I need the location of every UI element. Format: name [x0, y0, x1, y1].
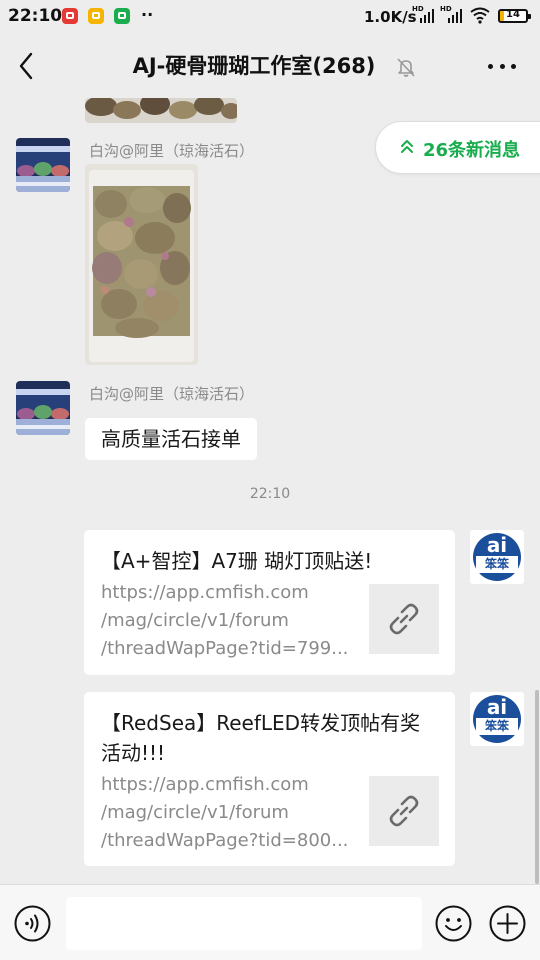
- page-title: AJ-硬骨珊瑚工作室(268): [132, 54, 376, 78]
- rocks-photo: [85, 98, 237, 123]
- battery-icon: 14: [498, 9, 531, 23]
- signal-icon: [420, 7, 434, 23]
- voice-icon: [14, 905, 51, 942]
- smiley-icon: [435, 905, 472, 942]
- bell-off-icon: [395, 56, 417, 78]
- bot-logo-text: ai: [486, 695, 508, 719]
- link-url-line: /mag/circle/v1/forum: [101, 610, 289, 631]
- link-url-line: https://app.cmfish.com: [101, 582, 309, 603]
- more-options-button[interactable]: [488, 64, 516, 70]
- battery-level: 14: [506, 9, 520, 20]
- bot-logo-label: 笨笨: [476, 556, 518, 573]
- link-card[interactable]: 【A+智控】A7珊 瑚灯顶贴送! https://app.cmfish.com …: [84, 530, 455, 675]
- status-bar: 22:10 ·· 1.0K/s HD HD 14: [0, 0, 540, 34]
- status-time: 22:10: [8, 6, 63, 26]
- sender-avatar[interactable]: [16, 381, 70, 435]
- emoji-button[interactable]: [435, 905, 472, 942]
- rocks-photo: [85, 164, 198, 365]
- bot-avatar[interactable]: ai 笨笨: [470, 692, 524, 746]
- notification-app-icon: [62, 8, 78, 24]
- link-url-line: /threadWapPage?tid=800...: [101, 830, 349, 851]
- link-thumbnail: [369, 776, 439, 846]
- bot-logo-text: ai: [486, 533, 508, 557]
- aquarium-avatar: [16, 138, 70, 192]
- bot-avatar[interactable]: ai 笨笨: [470, 530, 524, 584]
- sender-avatar[interactable]: [16, 138, 70, 192]
- more-actions-button[interactable]: [489, 905, 526, 942]
- voice-button[interactable]: [14, 905, 51, 942]
- link-icon: [389, 603, 419, 635]
- double-chevron-up-icon: [401, 140, 413, 153]
- message-app-icon: [88, 8, 104, 24]
- link-thumbnail: [369, 584, 439, 654]
- sender-name: 白沟@阿里（琼海活石）: [89, 385, 255, 403]
- shield-app-icon: [114, 8, 130, 24]
- sender-name: 白沟@阿里（琼海活石）: [89, 142, 255, 160]
- input-bar: [0, 884, 540, 960]
- link-url-line: /threadWapPage?tid=799...: [101, 638, 349, 659]
- new-messages-label: 26条新消息: [423, 140, 521, 161]
- scrollbar[interactable]: [535, 690, 539, 884]
- image-message[interactable]: [85, 98, 237, 123]
- message-input[interactable]: [66, 897, 422, 950]
- signal-icon-2: [448, 7, 462, 23]
- link-url-line: /mag/circle/v1/forum: [101, 802, 289, 823]
- new-messages-button[interactable]: 26条新消息: [375, 121, 540, 174]
- wifi-icon: [470, 6, 490, 24]
- link-title: 【A+智控】A7珊 瑚灯顶贴送!: [101, 549, 373, 573]
- time-divider: 22:10: [249, 486, 291, 502]
- link-icon: [389, 795, 419, 827]
- bot-logo-label: 笨笨: [476, 718, 518, 735]
- image-message[interactable]: [85, 164, 198, 365]
- chat-header: AJ-硬骨珊瑚工作室(268): [0, 34, 540, 98]
- dot-icon: [511, 64, 516, 69]
- link-title: 【RedSea】ReefLED转发顶帖有奖活动!!!: [101, 711, 421, 765]
- dot-icon: [488, 64, 493, 69]
- plus-icon: [489, 905, 526, 942]
- link-url-line: https://app.cmfish.com: [101, 774, 309, 795]
- message-list[interactable]: 白沟@阿里（琼海活石） 白沟@阿里（琼海活石） 高质量活石接单 22:10 【A…: [0, 98, 540, 884]
- more-notifications-icon: ··: [141, 5, 154, 24]
- text-message[interactable]: 高质量活石接单: [85, 418, 257, 460]
- network-speed: 1.0K/s: [364, 8, 417, 26]
- link-card[interactable]: 【RedSea】ReefLED转发顶帖有奖活动!!! https://app.c…: [84, 692, 455, 866]
- aquarium-avatar: [16, 381, 70, 435]
- dot-icon: [499, 64, 505, 69]
